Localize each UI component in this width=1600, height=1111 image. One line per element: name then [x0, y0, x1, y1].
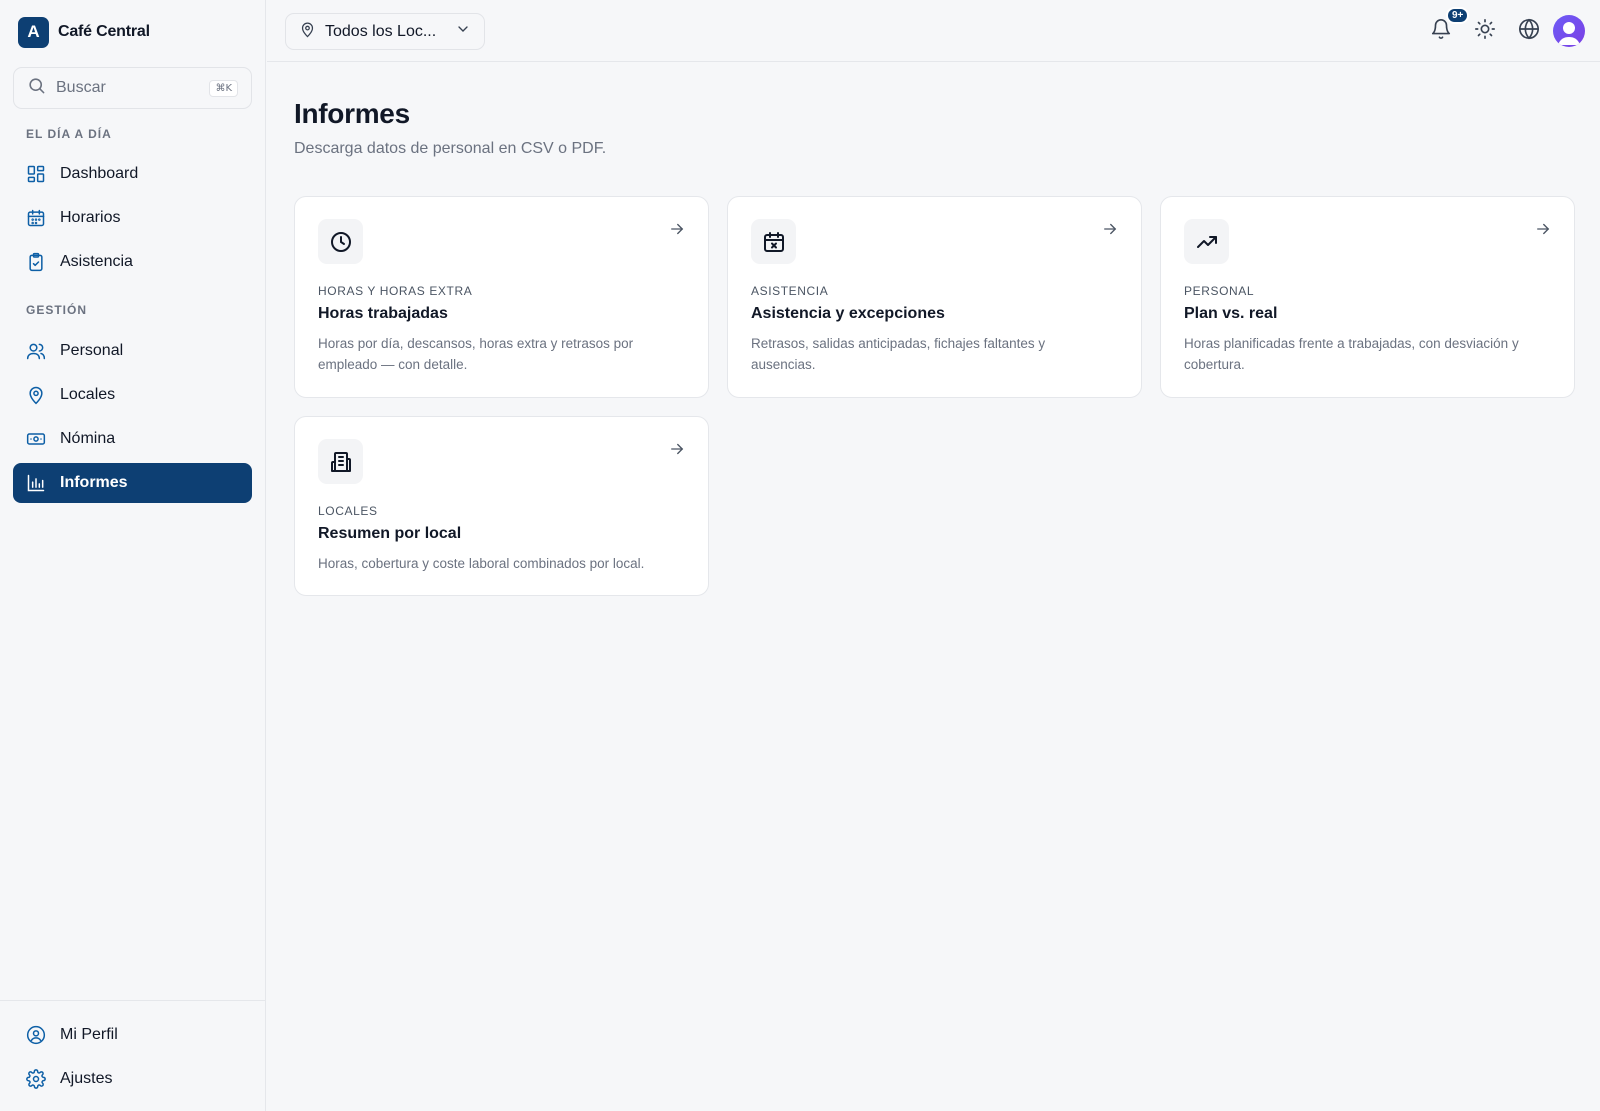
page-subtitle: Descarga datos de personal en CSV o PDF.	[294, 140, 607, 157]
search-placeholder: Buscar	[56, 79, 106, 96]
report-card-horas-trabajadas[interactable]: HORAS Y HORAS EXTRA Horas trabajadas Hor…	[294, 196, 709, 398]
clock-icon	[318, 219, 363, 264]
sidebar-item-mi-perfil[interactable]: Mi Perfil	[13, 1015, 252, 1055]
arrow-right-icon	[1101, 220, 1119, 238]
card-category: HORAS Y HORAS EXTRA	[318, 284, 473, 298]
arrow-right-icon	[668, 220, 686, 238]
dashboard-icon	[26, 164, 46, 184]
map-pin-icon	[26, 385, 46, 405]
card-description: Horas planificadas frente a trabajadas, …	[1184, 336, 1519, 372]
card-title: Asistencia y excepciones	[751, 305, 945, 322]
brand[interactable]: A Café Central	[18, 16, 150, 48]
card-category: LOCALES	[318, 504, 378, 518]
settings-icon	[26, 1069, 46, 1089]
user-avatar-icon	[1558, 22, 1580, 45]
banknote-icon	[26, 429, 46, 449]
building-icon	[318, 439, 363, 484]
card-category: ASISTENCIA	[751, 284, 829, 298]
card-category: PERSONAL	[1184, 284, 1255, 298]
map-pin-icon	[299, 21, 316, 43]
card-title: Plan vs. real	[1184, 305, 1278, 322]
card-title: Horas trabajadas	[318, 305, 448, 322]
card-description: Horas, cobertura y coste laboral combina…	[318, 556, 645, 571]
sidebar-item-personal[interactable]: Personal	[13, 331, 252, 371]
sidebar-item-nomina[interactable]: Nómina	[13, 419, 252, 459]
location-select[interactable]: Todos los Loc...	[285, 13, 485, 50]
brand-name: Café Central	[58, 23, 150, 40]
sidebar-item-label: Mi Perfil	[60, 1026, 118, 1043]
clipboard-check-icon	[26, 252, 46, 272]
report-card-resumen-por-local[interactable]: LOCALES Resumen por local Horas, cobertu…	[294, 416, 709, 596]
search-input[interactable]: Buscar ⌘K	[13, 67, 252, 109]
page-title: Informes	[294, 98, 410, 129]
card-title: Resumen por local	[318, 525, 462, 542]
sidebar-item-label: Locales	[60, 386, 116, 403]
sidebar-item-label: Informes	[60, 474, 128, 491]
arrow-right-icon	[668, 440, 686, 458]
sidebar-item-label: Asistencia	[60, 253, 133, 270]
bar-chart-icon	[26, 473, 46, 493]
sidebar-item-label: Ajustes	[60, 1070, 113, 1087]
sidebar-item-horarios[interactable]: Horarios	[13, 198, 252, 238]
section-title-management: GESTIÓN	[26, 303, 88, 317]
search-icon	[27, 76, 46, 100]
sidebar-item-label: Dashboard	[60, 165, 139, 182]
card-description: Retrasos, salidas anticipadas, fichajes …	[751, 336, 1046, 372]
card-description: Horas por día, descansos, horas extra y …	[318, 336, 634, 372]
globe-icon	[1518, 18, 1540, 45]
sidebar-item-informes[interactable]: Informes	[13, 463, 252, 503]
trending-up-icon	[1184, 219, 1229, 264]
brand-logo: A	[18, 16, 49, 48]
section-title-daily: EL DÍA A DÍA	[26, 127, 112, 141]
report-card-asistencia[interactable]: ASISTENCIA Asistencia y excepciones Retr…	[727, 196, 1142, 398]
sidebar-item-label: Personal	[60, 342, 124, 359]
sidebar-item-ajustes[interactable]: Ajustes	[13, 1059, 252, 1099]
avatar[interactable]	[1553, 15, 1585, 47]
user-circle-icon	[26, 1025, 46, 1045]
theme-toggle-button[interactable]	[1473, 18, 1497, 45]
arrow-right-icon	[1534, 220, 1552, 238]
users-icon	[26, 341, 46, 361]
sidebar-item-dashboard[interactable]: Dashboard	[13, 154, 252, 194]
sidebar: A Café Central Buscar ⌘K EL DÍA A DÍA Da…	[0, 0, 266, 1111]
language-button[interactable]	[1517, 18, 1541, 45]
sidebar-item-label: Horarios	[60, 209, 121, 226]
topbar: Todos los Loc...	[267, 0, 1600, 62]
notifications-badge: 9+	[1446, 7, 1470, 24]
sidebar-item-asistencia[interactable]: Asistencia	[13, 242, 252, 282]
report-card-plan-vs-real[interactable]: PERSONAL Plan vs. real Horas planificada…	[1160, 196, 1575, 398]
sun-icon	[1474, 18, 1496, 45]
calendar-x-icon	[751, 219, 796, 264]
chevron-down-icon	[455, 21, 471, 42]
sidebar-item-label: Nómina	[60, 430, 116, 447]
search-shortcut: ⌘K	[209, 79, 238, 97]
sidebar-item-locales[interactable]: Locales	[13, 375, 252, 415]
location-select-value: Todos los Loc...	[325, 22, 437, 40]
calendar-icon	[26, 208, 46, 228]
